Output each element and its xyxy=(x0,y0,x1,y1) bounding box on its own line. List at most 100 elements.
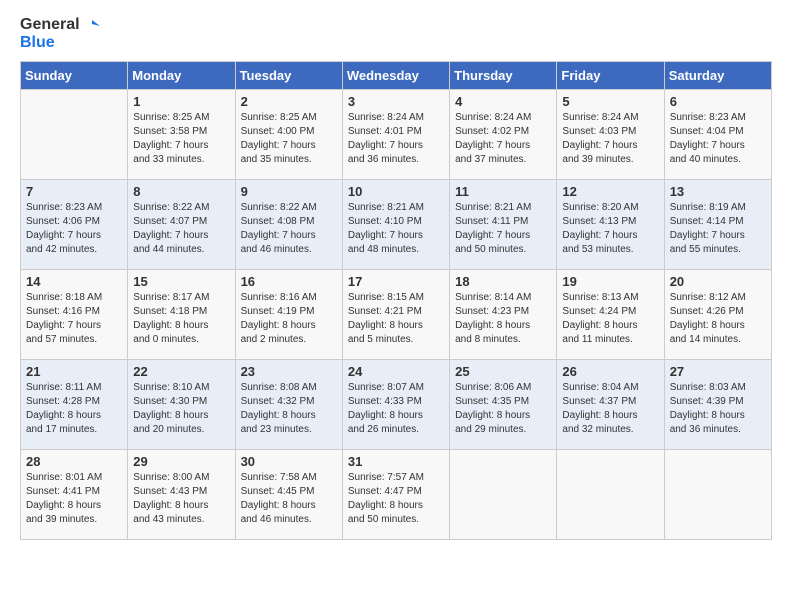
calendar-cell: 9 Sunrise: 8:22 AM Sunset: 4:08 PM Daylig… xyxy=(235,179,342,269)
week-row-2: 14 Sunrise: 8:18 AM Sunset: 4:16 PM Dayli… xyxy=(21,269,772,359)
day-number: 20 xyxy=(670,274,766,289)
day-info: Sunrise: 8:24 AM Sunset: 4:01 PM Dayligh… xyxy=(348,111,444,167)
day-number: 28 xyxy=(26,454,122,469)
calendar-cell: 7 Sunrise: 8:23 AM Sunset: 4:06 PM Daylig… xyxy=(21,179,128,269)
calendar-cell: 23 Sunrise: 8:08 AM Sunset: 4:32 PM Dayli… xyxy=(235,359,342,449)
week-row-0: 1Sunrise: 8:25 AM Sunset: 3:58 PM Daylig… xyxy=(21,89,772,179)
header-saturday: Saturday xyxy=(664,61,771,89)
day-number: 31 xyxy=(348,454,444,469)
calendar-cell: 17 Sunrise: 8:15 AM Sunset: 4:21 PM Dayli… xyxy=(342,269,449,359)
calendar-cell: 26 Sunrise: 8:04 AM Sunset: 4:37 PM Dayli… xyxy=(557,359,664,449)
day-number: 16 xyxy=(241,274,337,289)
calendar-cell: 6Sunrise: 8:23 AM Sunset: 4:04 PM Daylig… xyxy=(664,89,771,179)
day-number: 12 xyxy=(562,184,658,199)
calendar-cell: 24Sunrise: 8:07 AM Sunset: 4:33 PM Dayli… xyxy=(342,359,449,449)
day-number: 18 xyxy=(455,274,551,289)
day-number: 8 xyxy=(133,184,229,199)
calendar-table: SundayMondayTuesdayWednesdayThursdayFrid… xyxy=(20,61,772,540)
day-info: Sunrise: 8:24 AM Sunset: 4:03 PM Dayligh… xyxy=(562,111,658,167)
day-info: Sunrise: 8:01 AM Sunset: 4:41 PM Dayligh… xyxy=(26,471,122,527)
day-info: Sunrise: 8:10 AM Sunset: 4:30 PM Dayligh… xyxy=(133,381,229,437)
calendar-cell: 3Sunrise: 8:24 AM Sunset: 4:01 PM Daylig… xyxy=(342,89,449,179)
day-number: 26 xyxy=(562,364,658,379)
day-number: 23 xyxy=(241,364,337,379)
day-number: 2 xyxy=(241,94,337,109)
calendar-cell: 31 Sunrise: 7:57 AM Sunset: 4:47 PM Dayli… xyxy=(342,449,449,539)
week-row-4: 28 Sunrise: 8:01 AM Sunset: 4:41 PM Dayli… xyxy=(21,449,772,539)
calendar-cell xyxy=(557,449,664,539)
calendar-cell: 11Sunrise: 8:21 AM Sunset: 4:11 PM Dayli… xyxy=(450,179,557,269)
day-info: Sunrise: 8:22 AM Sunset: 4:08 PM Dayligh… xyxy=(241,201,337,257)
calendar-cell: 10 Sunrise: 8:21 AM Sunset: 4:10 PM Dayli… xyxy=(342,179,449,269)
calendar-cell xyxy=(664,449,771,539)
day-number: 10 xyxy=(348,184,444,199)
day-number: 29 xyxy=(133,454,229,469)
day-number: 4 xyxy=(455,94,551,109)
day-info: Sunrise: 8:15 AM Sunset: 4:21 PM Dayligh… xyxy=(348,291,444,347)
day-number: 22 xyxy=(133,364,229,379)
day-info: Sunrise: 7:57 AM Sunset: 4:47 PM Dayligh… xyxy=(348,471,444,527)
calendar-cell: 5 Sunrise: 8:24 AM Sunset: 4:03 PM Daylig… xyxy=(557,89,664,179)
calendar-cell: 18 Sunrise: 8:14 AM Sunset: 4:23 PM Dayli… xyxy=(450,269,557,359)
day-info: Sunrise: 8:07 AM Sunset: 4:33 PM Dayligh… xyxy=(348,381,444,437)
day-info: Sunrise: 8:03 AM Sunset: 4:39 PM Dayligh… xyxy=(670,381,766,437)
calendar-cell: 19 Sunrise: 8:13 AM Sunset: 4:24 PM Dayli… xyxy=(557,269,664,359)
header-wednesday: Wednesday xyxy=(342,61,449,89)
day-number: 9 xyxy=(241,184,337,199)
day-number: 7 xyxy=(26,184,122,199)
day-info: Sunrise: 8:06 AM Sunset: 4:35 PM Dayligh… xyxy=(455,381,551,437)
day-info: Sunrise: 8:14 AM Sunset: 4:23 PM Dayligh… xyxy=(455,291,551,347)
calendar-cell: 14 Sunrise: 8:18 AM Sunset: 4:16 PM Dayli… xyxy=(21,269,128,359)
day-info: Sunrise: 8:17 AM Sunset: 4:18 PM Dayligh… xyxy=(133,291,229,347)
calendar-cell: 2 Sunrise: 8:25 AM Sunset: 4:00 PM Daylig… xyxy=(235,89,342,179)
calendar-cell: 29 Sunrise: 8:00 AM Sunset: 4:43 PM Dayli… xyxy=(128,449,235,539)
day-info: Sunrise: 8:08 AM Sunset: 4:32 PM Dayligh… xyxy=(241,381,337,437)
day-number: 30 xyxy=(241,454,337,469)
calendar-cell: 21 Sunrise: 8:11 AM Sunset: 4:28 PM Dayli… xyxy=(21,359,128,449)
day-number: 15 xyxy=(133,274,229,289)
day-number: 19 xyxy=(562,274,658,289)
day-info: Sunrise: 8:19 AM Sunset: 4:14 PM Dayligh… xyxy=(670,201,766,257)
day-info: Sunrise: 8:25 AM Sunset: 4:00 PM Dayligh… xyxy=(241,111,337,167)
calendar-cell: 12 Sunrise: 8:20 AM Sunset: 4:13 PM Dayli… xyxy=(557,179,664,269)
logo-blue: Blue xyxy=(20,34,55,52)
calendar-cell: 20Sunrise: 8:12 AM Sunset: 4:26 PM Dayli… xyxy=(664,269,771,359)
day-info: Sunrise: 8:24 AM Sunset: 4:02 PM Dayligh… xyxy=(455,111,551,167)
day-number: 25 xyxy=(455,364,551,379)
day-number: 17 xyxy=(348,274,444,289)
day-info: Sunrise: 8:21 AM Sunset: 4:10 PM Dayligh… xyxy=(348,201,444,257)
calendar-cell: 1Sunrise: 8:25 AM Sunset: 3:58 PM Daylig… xyxy=(128,89,235,179)
calendar-cell: 15 Sunrise: 8:17 AM Sunset: 4:18 PM Dayli… xyxy=(128,269,235,359)
calendar-header: SundayMondayTuesdayWednesdayThursdayFrid… xyxy=(21,61,772,89)
calendar-cell xyxy=(21,89,128,179)
day-info: Sunrise: 8:11 AM Sunset: 4:28 PM Dayligh… xyxy=(26,381,122,437)
logo: General Blue xyxy=(20,16,100,53)
header-row: SundayMondayTuesdayWednesdayThursdayFrid… xyxy=(21,61,772,89)
calendar-cell: 13 Sunrise: 8:19 AM Sunset: 4:14 PM Dayli… xyxy=(664,179,771,269)
calendar-cell: 28 Sunrise: 8:01 AM Sunset: 4:41 PM Dayli… xyxy=(21,449,128,539)
day-info: Sunrise: 8:04 AM Sunset: 4:37 PM Dayligh… xyxy=(562,381,658,437)
day-number: 13 xyxy=(670,184,766,199)
day-info: Sunrise: 8:13 AM Sunset: 4:24 PM Dayligh… xyxy=(562,291,658,347)
day-number: 14 xyxy=(26,274,122,289)
day-info: Sunrise: 8:21 AM Sunset: 4:11 PM Dayligh… xyxy=(455,201,551,257)
day-info: Sunrise: 8:23 AM Sunset: 4:06 PM Dayligh… xyxy=(26,201,122,257)
calendar-cell: 25 Sunrise: 8:06 AM Sunset: 4:35 PM Dayli… xyxy=(450,359,557,449)
calendar-cell xyxy=(450,449,557,539)
week-row-1: 7 Sunrise: 8:23 AM Sunset: 4:06 PM Daylig… xyxy=(21,179,772,269)
day-info: Sunrise: 8:16 AM Sunset: 4:19 PM Dayligh… xyxy=(241,291,337,347)
day-number: 21 xyxy=(26,364,122,379)
day-info: Sunrise: 8:23 AM Sunset: 4:04 PM Dayligh… xyxy=(670,111,766,167)
calendar-cell: 22 Sunrise: 8:10 AM Sunset: 4:30 PM Dayli… xyxy=(128,359,235,449)
day-number: 5 xyxy=(562,94,658,109)
day-info: Sunrise: 8:20 AM Sunset: 4:13 PM Dayligh… xyxy=(562,201,658,257)
day-info: Sunrise: 8:18 AM Sunset: 4:16 PM Dayligh… xyxy=(26,291,122,347)
header-friday: Friday xyxy=(557,61,664,89)
day-info: Sunrise: 8:25 AM Sunset: 3:58 PM Dayligh… xyxy=(133,111,229,167)
page-header: General Blue xyxy=(20,16,772,53)
calendar-cell: 30Sunrise: 7:58 AM Sunset: 4:45 PM Dayli… xyxy=(235,449,342,539)
logo-bird-icon xyxy=(82,16,100,34)
calendar-body: 1Sunrise: 8:25 AM Sunset: 3:58 PM Daylig… xyxy=(21,89,772,539)
header-monday: Monday xyxy=(128,61,235,89)
day-info: Sunrise: 8:00 AM Sunset: 4:43 PM Dayligh… xyxy=(133,471,229,527)
